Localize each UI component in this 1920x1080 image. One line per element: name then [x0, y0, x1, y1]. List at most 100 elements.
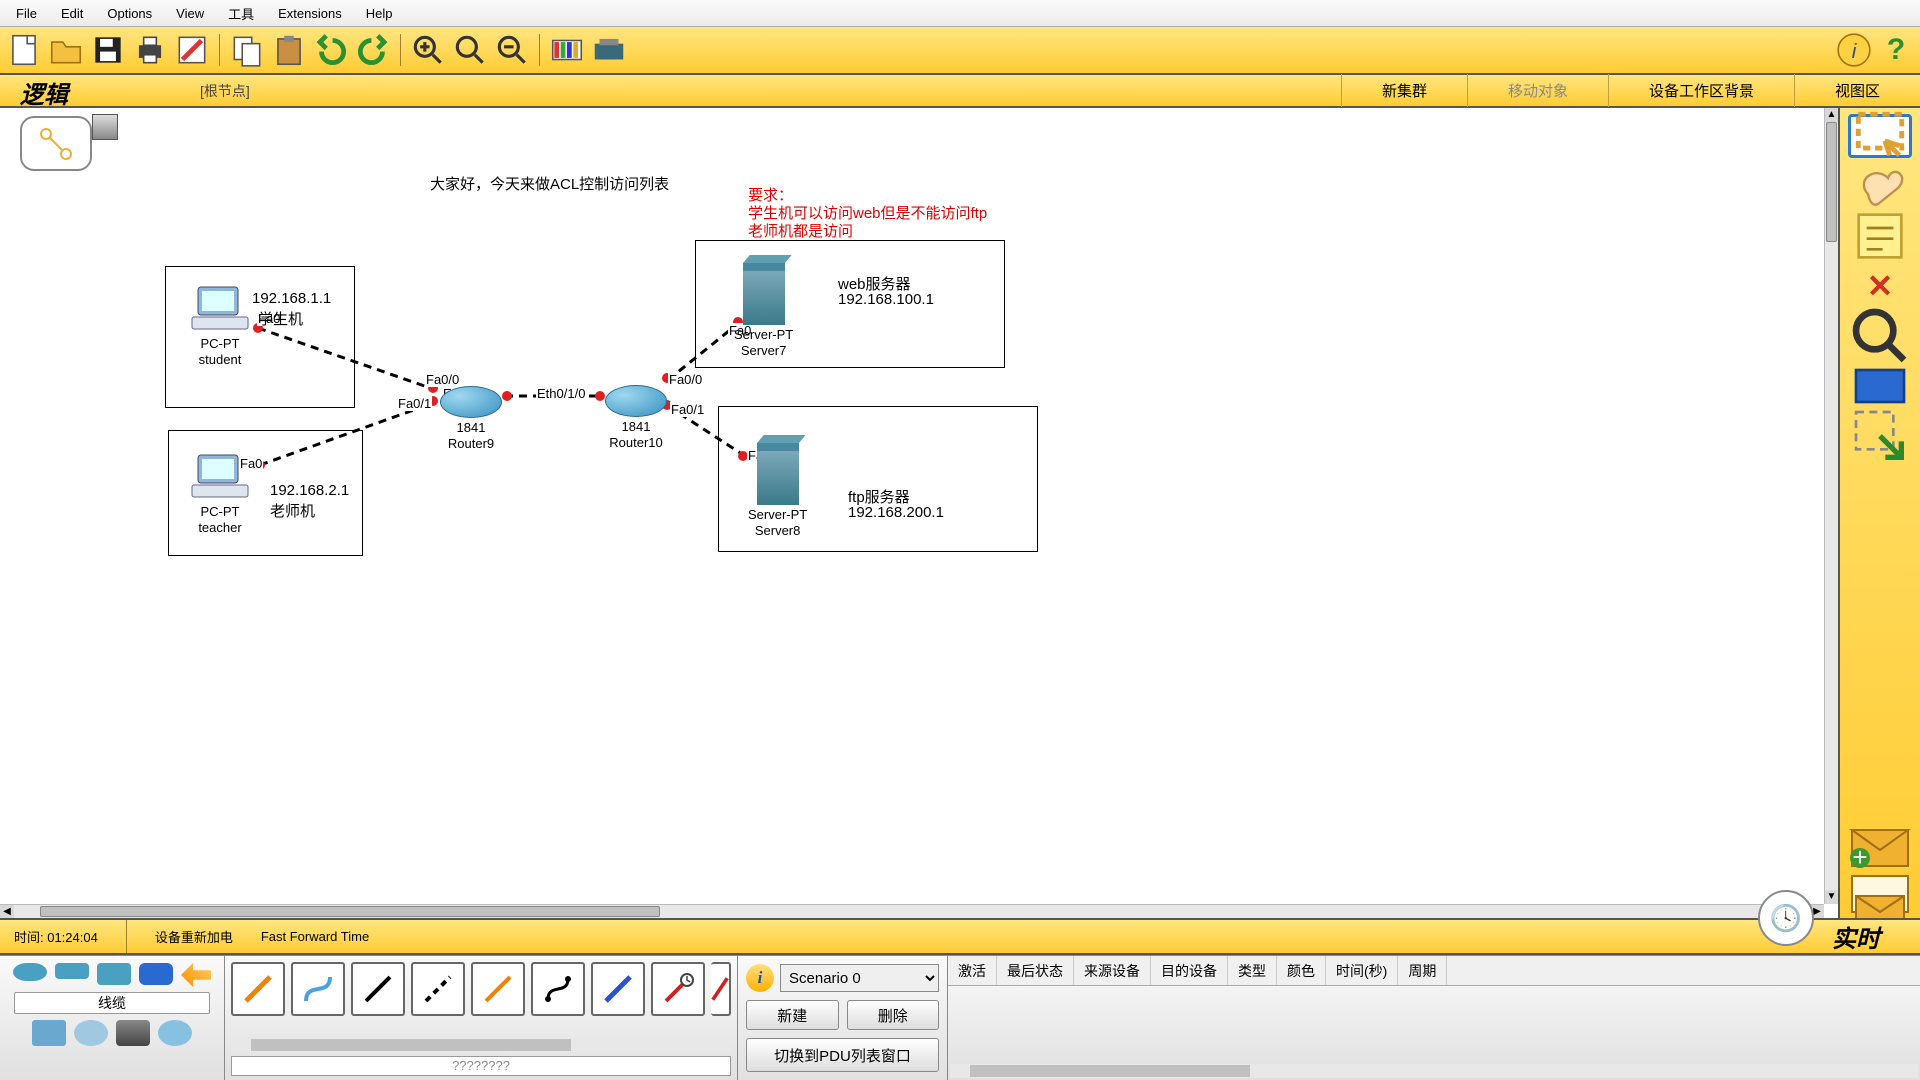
palette-category-label: 线缆: [14, 992, 210, 1014]
pdu-col-time[interactable]: 时间(秒): [1326, 956, 1398, 985]
cable-scrollbar[interactable]: [231, 1038, 731, 1052]
palette-custom-icon[interactable]: [116, 1020, 150, 1046]
pc-type: PC-PT: [190, 504, 250, 520]
delete-tool[interactable]: ✕: [1848, 264, 1912, 308]
interface-label: Fa0/0: [425, 372, 460, 387]
menu-options[interactable]: Options: [95, 3, 164, 24]
print-icon[interactable]: [130, 30, 170, 70]
device-server8[interactable]: Server-PT Server8: [748, 443, 807, 540]
palette-multiuser-icon[interactable]: [158, 1020, 192, 1046]
note-tool[interactable]: [1848, 214, 1912, 258]
cable-console[interactable]: [291, 962, 345, 1016]
cable-fiber[interactable]: [471, 962, 525, 1016]
scenario-panel: i Scenario 0 新建 删除 切换到PDU列表窗口: [738, 956, 948, 1080]
horizontal-scrollbar[interactable]: ◀▶: [0, 904, 1824, 918]
pdu-col-fire[interactable]: 激活: [948, 956, 997, 985]
logical-tab[interactable]: 逻辑: [20, 75, 68, 110]
vertical-scrollbar[interactable]: ▲▼: [1824, 108, 1838, 904]
palette-cloud-icon[interactable]: [74, 1020, 108, 1046]
open-file-icon[interactable]: [46, 30, 86, 70]
pc-name: teacher: [190, 520, 250, 536]
palette-icon[interactable]: [547, 30, 587, 70]
pdu-col-dest[interactable]: 目的设备: [1151, 956, 1228, 985]
cable-palette: ????????: [225, 956, 738, 1080]
cable-phone[interactable]: [531, 962, 585, 1016]
palette-end-device-icon[interactable]: [32, 1020, 66, 1046]
device-server7[interactable]: Server-PT Server7: [734, 263, 793, 360]
bottom-panel: 线缆 ???????? i Scenario 0 新建: [0, 955, 1920, 1080]
cable-coax[interactable]: [591, 962, 645, 1016]
device-router10[interactable]: 1841 Router10: [605, 385, 667, 452]
move-object-button[interactable]: 移动对象: [1467, 74, 1608, 107]
add-simple-pdu-tool[interactable]: +: [1848, 824, 1912, 868]
canvas-title-note: 大家好，今天来做ACL控制访问列表: [430, 173, 669, 194]
new-cluster-button[interactable]: 新集群: [1341, 74, 1467, 107]
undo-icon[interactable]: [311, 30, 351, 70]
paste-icon[interactable]: [269, 30, 309, 70]
workspace-canvas[interactable]: 大家好，今天来做ACL控制访问列表 要求： 学生机可以访问web但是不能访问ft…: [0, 108, 1838, 918]
menu-extensions[interactable]: Extensions: [266, 3, 354, 24]
side-toolbar: ✕ +: [1838, 108, 1920, 918]
resize-tool[interactable]: [1848, 414, 1912, 458]
pdu-col-status[interactable]: 最后状态: [997, 956, 1074, 985]
zoom-in-icon[interactable]: [408, 30, 448, 70]
scenario-new-button[interactable]: 新建: [746, 1000, 839, 1030]
power-cycle-button[interactable]: 设备重新加电: [155, 927, 233, 946]
copy-icon[interactable]: [227, 30, 267, 70]
breadcrumb-root[interactable]: [根节点]: [200, 81, 250, 101]
zoom-out-icon[interactable]: [492, 30, 532, 70]
cable-auto[interactable]: [231, 962, 285, 1016]
server-name: Server7: [734, 343, 793, 359]
palette-connections-icon[interactable]: [181, 963, 211, 987]
cable-cross[interactable]: [411, 962, 465, 1016]
pdu-col-source[interactable]: 来源设备: [1074, 956, 1151, 985]
scenario-delete-button[interactable]: 删除: [847, 1000, 940, 1030]
pc-student-role: 学生机: [258, 308, 303, 329]
fast-forward-button[interactable]: Fast Forward Time: [261, 929, 369, 944]
save-icon[interactable]: [88, 30, 128, 70]
select-tool[interactable]: [1848, 114, 1912, 158]
pdu-scrollbar[interactable]: [950, 1064, 1918, 1078]
zoom-reset-icon[interactable]: [450, 30, 490, 70]
workspace-nav: 逻辑 [根节点] 新集群 移动对象 设备工作区背景 视图区: [0, 75, 1920, 108]
scenario-info-icon[interactable]: i: [746, 964, 774, 992]
palette-wireless-icon[interactable]: [139, 963, 173, 985]
scenario-select[interactable]: Scenario 0: [780, 964, 939, 992]
redo-icon[interactable]: [353, 30, 393, 70]
server-type: Server-PT: [748, 507, 807, 523]
palette-router-icon[interactable]: [13, 963, 47, 981]
menu-help[interactable]: Help: [354, 3, 405, 24]
menu-view[interactable]: View: [164, 3, 216, 24]
device-pc-student[interactable]: PC-PT student: [190, 283, 250, 369]
move-tool[interactable]: [1848, 164, 1912, 208]
palette-switch-icon[interactable]: [55, 963, 89, 979]
device-router9[interactable]: 1841 Router9: [440, 386, 502, 453]
device-dialog-icon[interactable]: [589, 30, 629, 70]
inspect-tool[interactable]: [1848, 314, 1912, 358]
cable-serial-dte[interactable]: [711, 962, 731, 1016]
navigation-thumbnail[interactable]: [20, 116, 92, 171]
menu-edit[interactable]: Edit: [49, 3, 95, 24]
pdu-col-type[interactable]: 类型: [1228, 956, 1277, 985]
cable-straight[interactable]: [351, 962, 405, 1016]
set-background-button[interactable]: 设备工作区背景: [1608, 74, 1794, 107]
info-icon[interactable]: i: [1834, 30, 1874, 70]
new-file-icon[interactable]: [4, 30, 44, 70]
pc-teacher-ip: 192.168.2.1: [270, 482, 349, 499]
device-pc-teacher[interactable]: PC-PT teacher: [190, 451, 250, 537]
viewport-button[interactable]: 视图区: [1794, 74, 1920, 107]
toggle-pdu-list-button[interactable]: 切换到PDU列表窗口: [746, 1038, 939, 1072]
sim-time: 时间: 01:24:04: [14, 927, 98, 946]
pdu-col-period[interactable]: 周期: [1398, 956, 1447, 985]
palette-hub-icon[interactable]: [97, 963, 131, 985]
add-complex-pdu-tool[interactable]: [1848, 874, 1912, 918]
pdu-col-color[interactable]: 颜色: [1277, 956, 1326, 985]
help-icon[interactable]: ?: [1876, 30, 1916, 70]
router-name: Router9: [440, 436, 502, 452]
menu-file[interactable]: File: [4, 3, 49, 24]
realtime-mode-icon[interactable]: 🕓: [1758, 890, 1814, 946]
wizard-icon[interactable]: [172, 30, 212, 70]
cable-serial-dce[interactable]: [651, 962, 705, 1016]
menu-tools[interactable]: 工具: [216, 1, 266, 26]
draw-rect-tool[interactable]: [1848, 364, 1912, 408]
